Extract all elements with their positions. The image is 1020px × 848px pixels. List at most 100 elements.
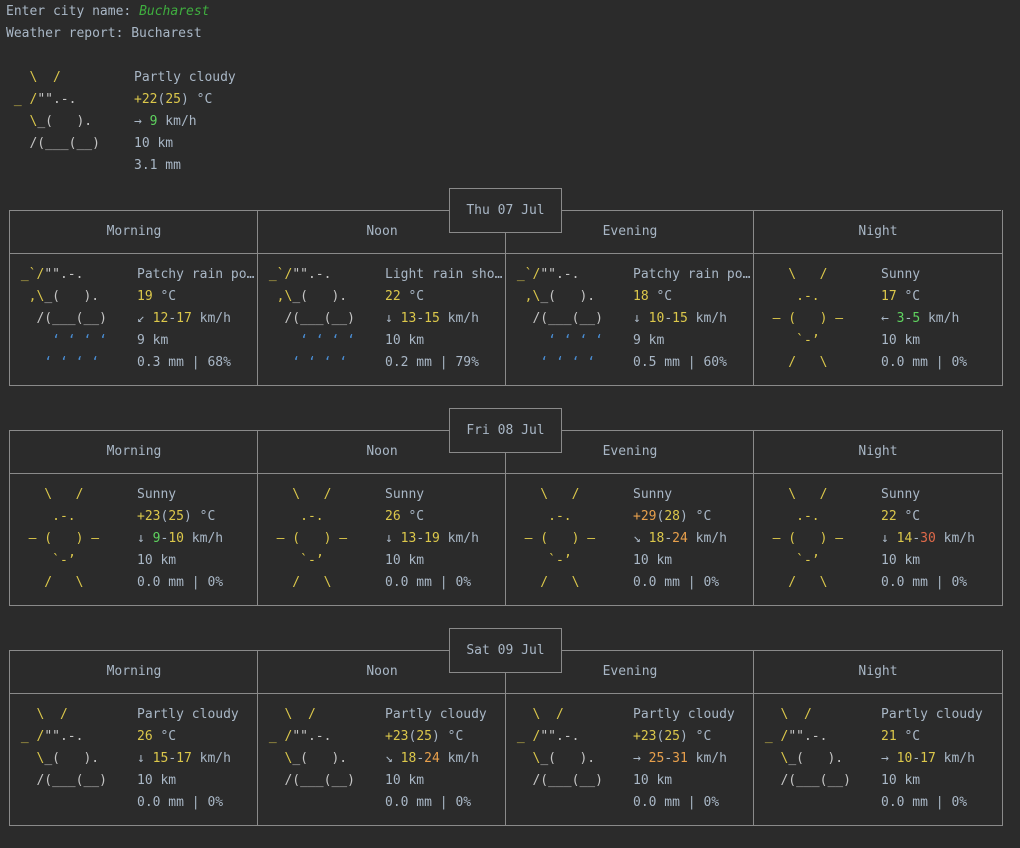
- wind-arrow-icon: →: [134, 114, 142, 129]
- icon-fragment: _ /: [261, 729, 293, 744]
- sun-icon-line: `-’: [261, 553, 324, 568]
- sun-icon-line: \ /: [6, 70, 61, 85]
- cell-line: ,\_( ). 22 °C: [261, 286, 502, 308]
- wind: ↙ 12-17 km/h: [137, 308, 231, 330]
- current-temp: +22(25) °C: [134, 92, 213, 107]
- rain-icon-line: /(___(__): [509, 311, 603, 326]
- cloud-fragment: "".-.: [37, 92, 77, 107]
- icon-fragment: _`/: [13, 267, 45, 282]
- wind-high: 31: [672, 751, 688, 766]
- sun-icon-line: `-’: [757, 333, 820, 348]
- precipitation: 0.0 mm | 0%: [633, 575, 720, 590]
- cell-line: ,\_( ). 18 °C: [509, 286, 750, 308]
- visibility: 10 km: [881, 773, 921, 788]
- temp-unit: °C: [188, 92, 213, 107]
- cloud-icon-line: \_( ).: [757, 748, 881, 770]
- icon-fragment: _`/: [509, 267, 541, 282]
- icon-fragment: ,\: [261, 289, 293, 304]
- wind-dash: -: [416, 531, 425, 546]
- cell-line: ‘ ‘ ‘ ‘ 9 km: [13, 330, 254, 352]
- wind: ↓ 15-17 km/h: [137, 748, 231, 770]
- sun-icon-line: / \: [261, 575, 332, 590]
- precipitation: 0.0 mm | 0%: [633, 795, 720, 810]
- rain-icon-line: _`/"".-.: [261, 264, 385, 286]
- wind: ↘ 18-24 km/h: [385, 748, 479, 770]
- icon-fragment: _ /: [757, 729, 789, 744]
- icon-fragment: _( ).: [44, 289, 100, 304]
- wind: ↓ 14-30 km/h: [881, 528, 975, 550]
- forecast-day: Morning _`/"".-. Patchy rain po… ,\_( ). 1…: [9, 188, 1003, 408]
- icon-fragment: _( ).: [44, 751, 100, 766]
- cloud-icon-line: [261, 792, 385, 814]
- precipitation: 0.2 mm | 79%: [385, 355, 479, 370]
- precipitation: 0.0 mm | 0%: [137, 575, 224, 590]
- wind-high: 30: [920, 531, 936, 546]
- current-visibility: 10 km: [134, 136, 174, 151]
- cell-line: `-’ 10 km: [261, 550, 479, 572]
- wind-unit: km/h: [687, 751, 727, 766]
- icon-fragment: "".-.: [44, 729, 84, 744]
- period-cell: _`/"".-. Patchy rain po… ,\_( ). 19 °C /(_…: [13, 264, 255, 374]
- cloud-icon-line: _ /"".-.: [509, 726, 633, 748]
- wind-unit: km/h: [191, 311, 231, 326]
- wind-low: 13: [400, 311, 417, 326]
- wind-low: 25: [648, 751, 665, 766]
- sun-icon-line: .-.: [757, 289, 820, 304]
- cell-line: \ / Sunny: [261, 484, 479, 506]
- temp-value: +29: [633, 509, 657, 524]
- sun-icon-line: .-.: [261, 509, 324, 524]
- temperature: 19 °C: [137, 286, 176, 308]
- wind-arrow-icon: ↓: [633, 311, 641, 326]
- sun-icon-line: .-.: [509, 509, 572, 524]
- rain-icon-line: ,\_( ).: [13, 286, 137, 308]
- temp-value: +23: [633, 729, 657, 744]
- sun-icon-line: .-.: [757, 509, 820, 524]
- icon-fragment: "".-.: [44, 267, 84, 282]
- temp-value: 18: [633, 289, 649, 304]
- date-header: Sat 09 Jul: [449, 628, 562, 673]
- wind-arrow-icon: →: [633, 751, 641, 766]
- condition: Partly cloudy: [137, 707, 239, 722]
- feels-like-value: 25: [168, 509, 184, 524]
- visibility: 10 km: [881, 333, 921, 348]
- temp-unit: °C: [648, 289, 673, 304]
- date-header: Fri 08 Jul: [449, 408, 562, 453]
- sun-icon-line: ― ( ) ―: [757, 531, 844, 546]
- cell-line: `-’ 10 km: [757, 330, 967, 352]
- temperature: 18 °C: [633, 286, 672, 308]
- period-cell: \ / Sunny .-. +29(28) °C ― ( ) ― ↘ 18-24 km…: [509, 484, 727, 594]
- visibility: 10 km: [137, 553, 177, 568]
- cell-line: _ /"".-. +23(25) °C: [509, 726, 735, 748]
- icon-fragment: "".-.: [540, 267, 580, 282]
- temp-unit: °C: [687, 509, 712, 524]
- cell-line: 0.0 mm | 0%: [757, 792, 983, 814]
- icon-fragment: _( ).: [292, 751, 348, 766]
- rain-icon-line: ‘ ‘ ‘ ‘: [509, 333, 603, 348]
- cell-line: /(___(__) 10 km: [261, 770, 487, 792]
- icon-fragment: "".-.: [540, 729, 580, 744]
- wind-high: 17: [176, 751, 192, 766]
- wind-dash: -: [912, 751, 921, 766]
- rain-icon-line: /(___(__): [13, 311, 107, 326]
- wind-low: 10: [648, 311, 665, 326]
- precipitation: 0.0 mm | 0%: [881, 795, 968, 810]
- visibility: 9 km: [137, 333, 169, 348]
- current-precip: 3.1 mm: [134, 158, 181, 173]
- temp-value: 26: [385, 509, 401, 524]
- icon-fragment: _`/: [261, 267, 293, 282]
- wind: ↘ 18-24 km/h: [633, 528, 727, 550]
- cell-line: \ / Sunny: [13, 484, 223, 506]
- forecast-day: Morning \ / Partly cloudy _ /"".-. 26 °C \…: [9, 628, 1003, 848]
- cell-line: /(___(__) ↓ 10-15 km/h: [509, 308, 750, 330]
- wind-low: 18: [400, 751, 417, 766]
- city-input[interactable]: Bucharest: [139, 4, 209, 19]
- period-cell: _`/"".-. Light rain sho… ,\_( ). 22 °C /(_…: [261, 264, 503, 374]
- forecast-grid: Morning \ / Partly cloudy _ /"".-. 26 °C \…: [9, 650, 1003, 826]
- wind: → 25-31 km/h: [633, 748, 727, 770]
- cell-line: \_( ). → 25-31 km/h: [509, 748, 735, 770]
- wind-dash: -: [664, 531, 673, 546]
- temp-unit: °C: [400, 509, 425, 524]
- period-cell: \ / Partly cloudy _ /"".-. +23(25) °C \_( …: [261, 704, 487, 814]
- icon-fragment: "".-.: [292, 267, 332, 282]
- cell-line: \ / Partly cloudy: [261, 704, 486, 726]
